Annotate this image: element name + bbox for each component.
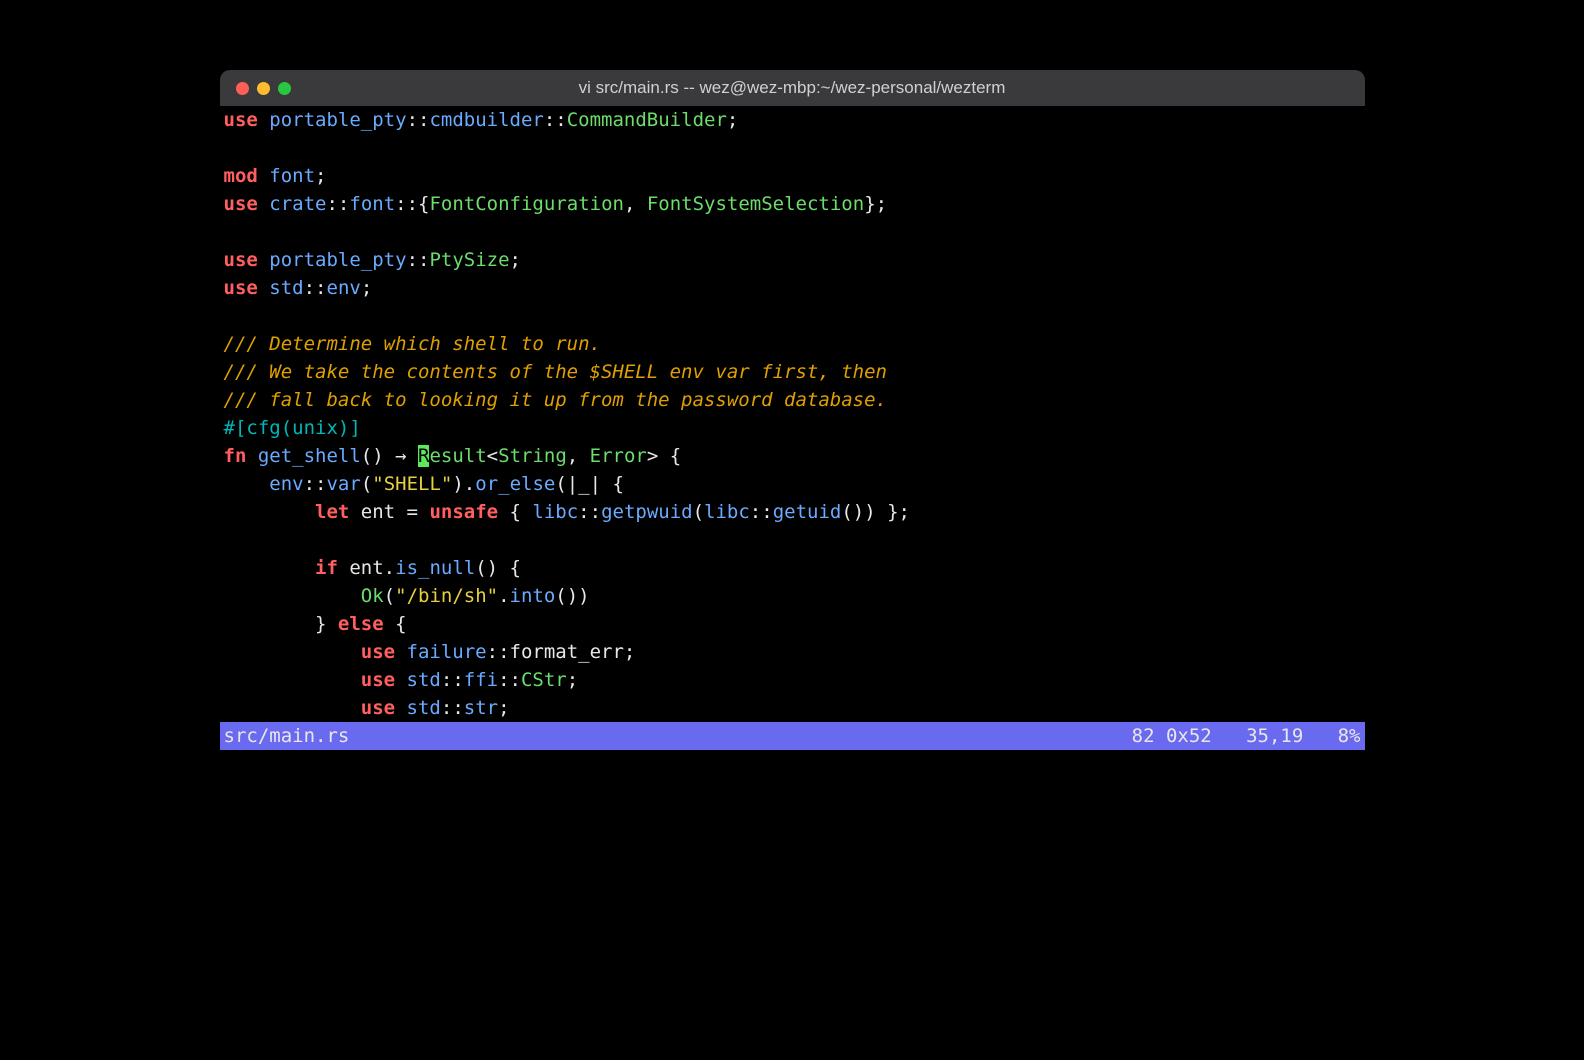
window-title: vi src/main.rs -- wez@wez-mbp:~/wez-pers…	[236, 78, 1349, 98]
status-filename: src/main.rs	[224, 722, 1132, 750]
blank-line	[220, 134, 1365, 162]
window-controls	[236, 82, 291, 95]
code-line: use std::str;	[220, 694, 1365, 722]
attribute-line: #[cfg(unix)]	[220, 414, 1365, 442]
cursor: R	[418, 445, 429, 467]
minimize-button[interactable]	[257, 82, 270, 95]
comment-line: /// We take the contents of the $SHELL e…	[220, 358, 1365, 386]
blank-line	[220, 526, 1365, 554]
blank-line	[220, 218, 1365, 246]
maximize-button[interactable]	[278, 82, 291, 95]
code-line: } else {	[220, 610, 1365, 638]
code-line: env::var("SHELL").or_else(|_| {	[220, 470, 1365, 498]
code-line: mod font;	[220, 162, 1365, 190]
close-button[interactable]	[236, 82, 249, 95]
terminal-window: vi src/main.rs -- wez@wez-mbp:~/wez-pers…	[220, 70, 1365, 772]
bottom-padding	[220, 750, 1365, 772]
terminal-content[interactable]: use portable_pty::cmdbuilder::CommandBui…	[220, 106, 1365, 722]
code-line: let ent = unsafe { libc::getpwuid(libc::…	[220, 498, 1365, 526]
code-line: use portable_pty::cmdbuilder::CommandBui…	[220, 106, 1365, 134]
code-line: use portable_pty::PtySize;	[220, 246, 1365, 274]
blank-line	[220, 302, 1365, 330]
comment-line: /// fall back to looking it up from the …	[220, 386, 1365, 414]
code-line: if ent.is_null() {	[220, 554, 1365, 582]
status-right: 82 0x52 35,19 8%	[1132, 722, 1361, 750]
comment-line: /// Determine which shell to run.	[220, 330, 1365, 358]
code-line: Ok("/bin/sh".into())	[220, 582, 1365, 610]
code-line: use std::ffi::CStr;	[220, 666, 1365, 694]
code-line: use crate::font::{FontConfiguration, Fon…	[220, 190, 1365, 218]
titlebar[interactable]: vi src/main.rs -- wez@wez-mbp:~/wez-pers…	[220, 70, 1365, 106]
code-line: use std::env;	[220, 274, 1365, 302]
code-line: use failure::format_err;	[220, 638, 1365, 666]
code-line: fn get_shell() → Result<String, Error> {	[220, 442, 1365, 470]
vi-statusbar: src/main.rs 82 0x52 35,19 8%	[220, 722, 1365, 750]
